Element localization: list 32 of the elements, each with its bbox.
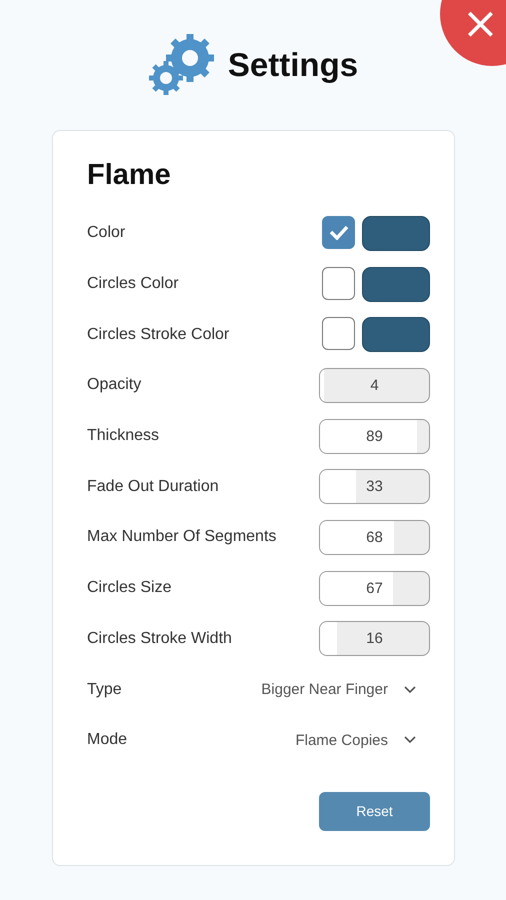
check-icon (328, 224, 348, 240)
setting-label: Mode (87, 731, 128, 750)
page-title: Settings (228, 46, 358, 84)
checkbox[interactable] (322, 317, 355, 350)
chevron-down-icon (404, 736, 416, 744)
chevron-down-icon (404, 686, 416, 694)
checkbox[interactable] (322, 216, 355, 249)
section-title: Flame (87, 159, 172, 192)
setting-label: Circles Size (87, 579, 172, 598)
color-swatch[interactable] (362, 266, 430, 302)
color-swatch[interactable] (362, 216, 430, 251)
setting-label: Color (87, 224, 126, 242)
dropdown[interactable]: Bigger Near Finger (261, 681, 430, 698)
slider-field[interactable]: 68 (319, 520, 430, 555)
color-swatch[interactable] (362, 317, 430, 352)
slider-field[interactable]: 67 (319, 570, 430, 606)
slider-field[interactable]: 33 (319, 469, 430, 504)
slider-field[interactable]: 4 (319, 368, 430, 403)
reset-button[interactable]: Reset (319, 792, 430, 831)
setting-label: Circles Stroke Width (87, 630, 232, 648)
setting-label: Type (87, 680, 122, 699)
setting-label: Fade Out Duration (87, 478, 219, 496)
setting-label: Thickness (87, 427, 160, 446)
setting-label: Max Number Of Segments (87, 528, 276, 546)
dropdown[interactable]: Flame Copies (295, 732, 430, 749)
checkbox[interactable] (322, 266, 355, 300)
setting-label: Opacity (87, 376, 142, 394)
close-button[interactable]: × (440, 0, 506, 66)
slider-field[interactable]: 89 (319, 418, 430, 454)
setting-label: Circles Stroke Color (87, 326, 230, 344)
setting-label: Circles Color (87, 275, 179, 294)
slider-field[interactable]: 16 (319, 621, 430, 656)
